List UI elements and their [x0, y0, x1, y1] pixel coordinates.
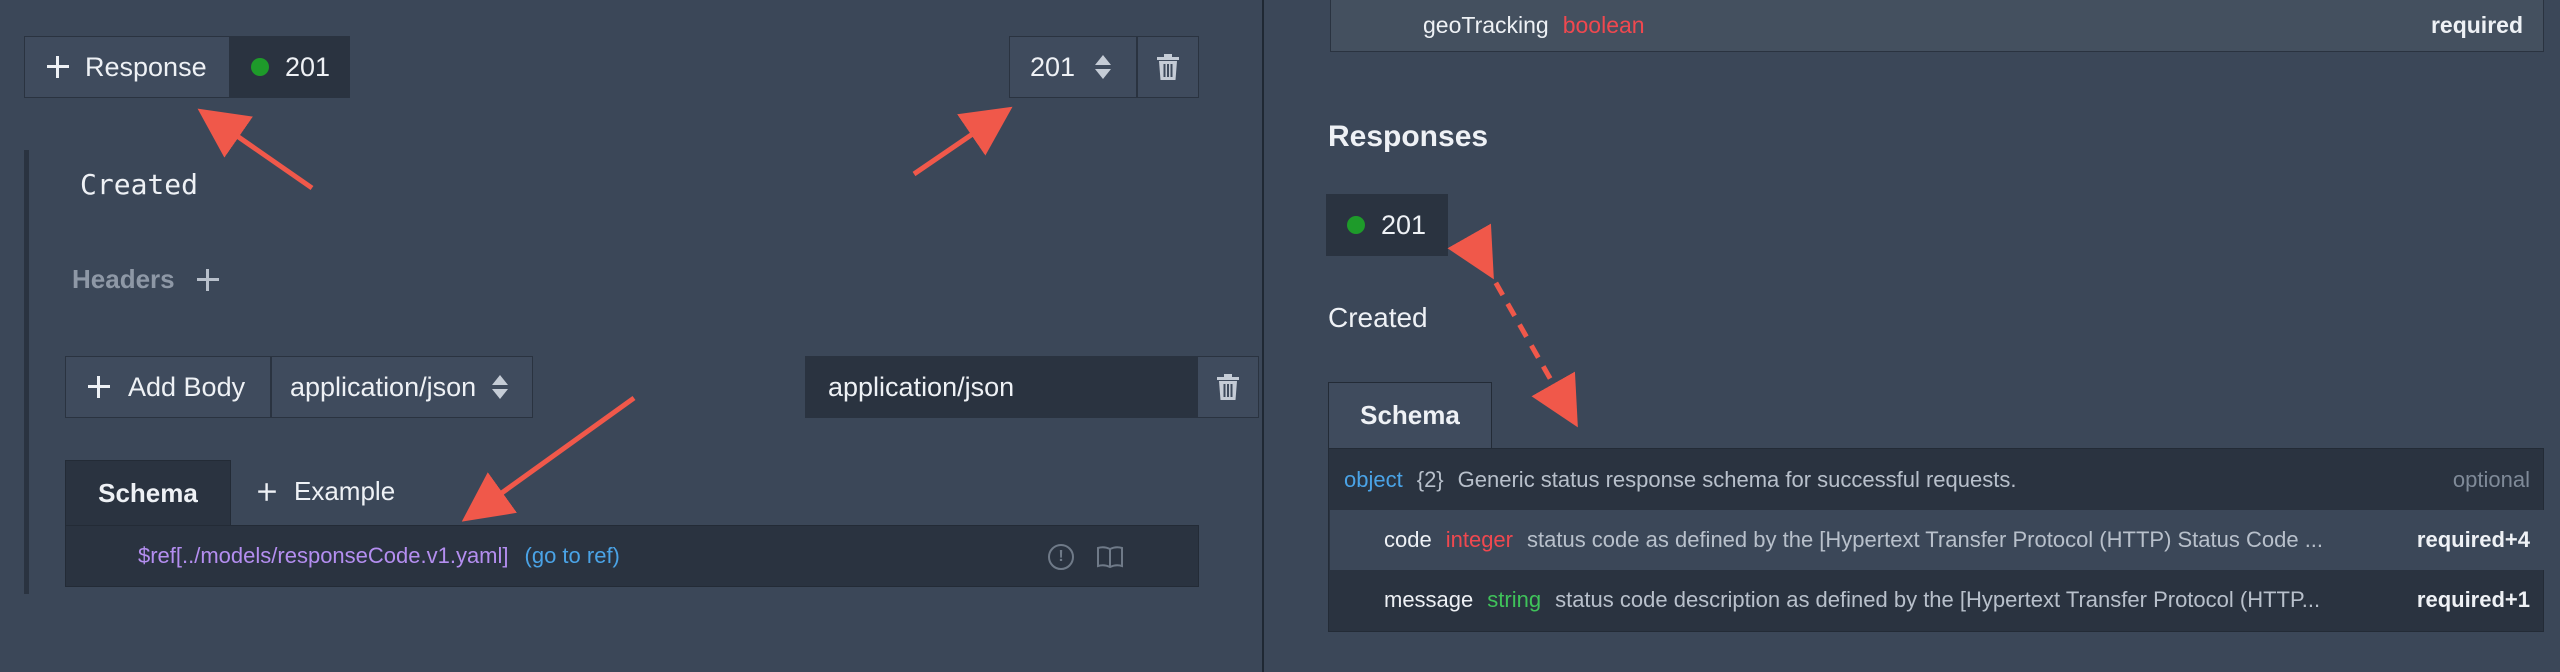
book-icon[interactable]	[1096, 545, 1124, 569]
object-row: object {2} Generic status response schem…	[1330, 450, 2544, 510]
delete-body-button[interactable]	[1197, 356, 1259, 418]
add-response-label: Response	[85, 51, 207, 82]
object-type: object	[1344, 467, 1403, 492]
status-dot-icon	[251, 58, 269, 76]
tab-example-label: Example	[294, 476, 396, 506]
object-description: Generic status response schema for succe…	[1457, 467, 2017, 492]
add-body-button[interactable]: Add Body	[65, 356, 271, 418]
preview-description: Created	[1328, 302, 1428, 333]
property-type: string	[1487, 587, 1542, 612]
add-response-button[interactable]: Response	[24, 36, 230, 98]
object-optional: optional	[2452, 467, 2530, 492]
sort-arrows-icon	[492, 374, 509, 400]
plus-icon	[88, 376, 110, 398]
property-description: status code as defined by the [Hypertext…	[1527, 527, 2324, 552]
delete-response-button[interactable]	[1137, 36, 1199, 98]
ref-path[interactable]: $ref[../models/responseCode.v1.yaml]	[138, 543, 509, 569]
content-type-select-value: application/json	[290, 371, 477, 402]
ref-row: $ref[../models/responseCode.v1.yaml] (go…	[65, 525, 1199, 587]
property-name: geoTracking	[1423, 12, 1549, 38]
property-required: required+1	[2416, 587, 2530, 612]
go-to-ref-link[interactable]: (go to ref)	[525, 543, 620, 569]
status-select-value: 201	[1030, 51, 1076, 82]
property-name: message	[1384, 587, 1474, 612]
response-description[interactable]: Created	[80, 168, 198, 201]
responses-heading: Responses	[1328, 120, 1489, 153]
property-required: required+4	[2416, 527, 2530, 552]
top-property-row: geoTracking boolean required	[1330, 0, 2544, 52]
plus-icon	[258, 482, 276, 501]
preview-tab-schema[interactable]: Schema	[1328, 382, 1492, 448]
content-type-select[interactable]: application/json	[271, 356, 533, 418]
sort-arrows-icon	[1095, 54, 1112, 80]
status-code-select[interactable]: 201	[1009, 36, 1137, 98]
object-count: {2}	[1416, 467, 1444, 492]
preview-status-badge[interactable]: 201	[1326, 194, 1448, 256]
add-body-label: Add Body	[128, 371, 246, 402]
status-dot-icon	[1347, 216, 1365, 234]
headers-label: Headers	[72, 264, 175, 294]
property-description: status code description as defined by th…	[1555, 587, 2321, 612]
property-row-message[interactable]: message string status code description a…	[1330, 570, 2544, 630]
info-icon[interactable]: !	[1048, 544, 1074, 570]
property-required: required	[2430, 12, 2523, 38]
property-type: boolean	[1562, 12, 1645, 38]
content-type-field[interactable]: application/json	[805, 356, 1197, 418]
status-code-badge[interactable]: 201	[230, 36, 350, 98]
status-code-label: 201	[285, 51, 331, 82]
property-name: code	[1384, 527, 1432, 552]
property-row-code[interactable]: code integer status code as defined by t…	[1330, 510, 2544, 570]
property-type: integer	[1445, 527, 1513, 552]
tab-schema-label: Schema	[98, 478, 198, 508]
trash-icon	[1157, 54, 1179, 80]
content-type-field-value: application/json	[828, 371, 1015, 402]
tab-schema[interactable]: Schema	[65, 460, 231, 526]
editor-pane: Response 201 201 Created Headers Add Bod…	[0, 0, 1262, 672]
trash-icon	[1217, 374, 1239, 400]
add-header-icon[interactable]	[196, 268, 219, 291]
preview-status-code: 201	[1381, 209, 1427, 240]
headers-section: Headers	[72, 264, 219, 295]
tab-example[interactable]: Example	[256, 476, 395, 507]
response-indent-rule	[24, 150, 29, 594]
preview-tab-schema-label: Schema	[1360, 400, 1460, 430]
plus-icon	[47, 56, 69, 78]
